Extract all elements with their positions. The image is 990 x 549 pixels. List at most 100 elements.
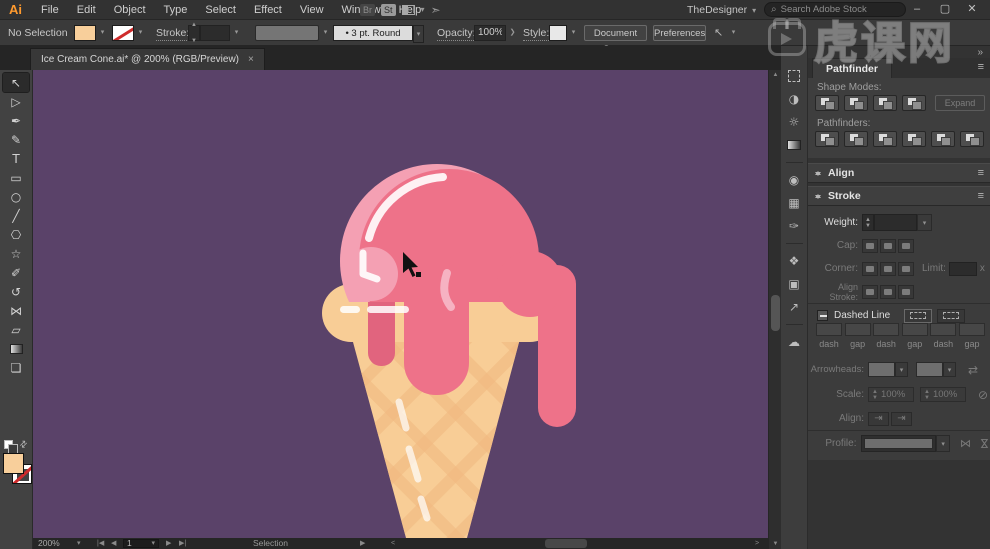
gpu-performance-icon[interactable]: ➣: [431, 3, 441, 17]
fill-chevron-icon[interactable]: ▾: [97, 25, 108, 41]
expand-button[interactable]: Expand: [935, 95, 985, 111]
menu-view[interactable]: View: [291, 4, 333, 16]
minus-front-button[interactable]: [844, 95, 868, 111]
curvature-tool[interactable]: ✎: [3, 130, 29, 149]
align-stroke-outside-button[interactable]: [898, 285, 914, 299]
divide-button[interactable]: [815, 131, 839, 147]
status-indicator[interactable]: Selection: [253, 539, 288, 548]
first-artboard-icon[interactable]: |◀: [97, 539, 104, 548]
document-tab[interactable]: Ice Cream Cone.ai* @ 200% (RGB/Preview) …: [30, 48, 265, 70]
arrowhead-end-dropdown[interactable]: [916, 362, 943, 377]
dash-preset-2-button[interactable]: [937, 309, 965, 323]
profile-chevron-icon[interactable]: ▾: [320, 25, 331, 41]
artboard-navigation-field[interactable]: 1 ▾: [123, 539, 159, 548]
close-button[interactable]: ✕: [960, 0, 984, 18]
stroke-panel-header[interactable]: Stroke ≡: [808, 186, 990, 206]
maximize-button[interactable]: ▢: [933, 0, 957, 18]
flip-across-icon[interactable]: ⋈: [978, 438, 990, 449]
document-setup-button[interactable]: Document Setup: [584, 25, 647, 41]
arrowhead-scale-end-field[interactable]: ▲▼100%: [920, 387, 966, 402]
pen-tool[interactable]: ✒: [3, 111, 29, 130]
default-fill-stroke-icon[interactable]: [4, 440, 13, 449]
style-chevron-icon[interactable]: ▾: [568, 25, 579, 41]
polygon-tool[interactable]: ⎔: [3, 225, 29, 244]
options-chevron-icon[interactable]: ▾: [728, 25, 739, 41]
layout-icon[interactable]: [402, 5, 415, 15]
unlink-scale-icon[interactable]: ⊘: [978, 388, 988, 402]
reflect-tool[interactable]: ⋈: [3, 301, 29, 320]
arrowhead-start-chevron-icon[interactable]: ▾: [895, 362, 908, 377]
collapse-toggle-icon[interactable]: [815, 168, 822, 179]
next-artboard-icon[interactable]: ▶: [166, 539, 171, 548]
intersect-button[interactable]: [873, 95, 897, 111]
chevron-down-icon[interactable]: ▾: [421, 5, 425, 14]
pathfinder-menu-icon[interactable]: ≡: [978, 62, 984, 73]
star-tool[interactable]: ☆: [3, 244, 29, 263]
butt-cap-button[interactable]: [862, 239, 878, 253]
weight-stepper[interactable]: ▲▼: [862, 214, 874, 231]
zoom-level[interactable]: 200%: [38, 539, 60, 548]
vertical-scrollbar[interactable]: ▲ ▼: [768, 70, 781, 549]
minus-back-button[interactable]: [960, 131, 984, 147]
creative-cloud-icon[interactable]: ☁: [785, 334, 803, 350]
stock-search[interactable]: ⌕: [764, 2, 906, 17]
ellipse-tool[interactable]: ○: [3, 187, 29, 206]
align-menu-icon[interactable]: ≡: [978, 168, 984, 179]
collapse-dock-icon[interactable]: »: [977, 47, 983, 58]
tab-close-icon[interactable]: ×: [248, 54, 254, 65]
bridge-icon[interactable]: Br: [360, 4, 375, 16]
opacity-label[interactable]: Opacity:: [437, 25, 476, 41]
arrowhead-start-dropdown[interactable]: [868, 362, 895, 377]
round-join-button[interactable]: [880, 262, 896, 276]
export-panel-icon[interactable]: ↗: [785, 299, 803, 315]
layers-panel-icon[interactable]: ❖: [785, 253, 803, 269]
stroke-weight-stepper[interactable]: ▲▼: [188, 25, 200, 41]
preferences-button[interactable]: Preferences: [653, 25, 706, 41]
free-transform-tool[interactable]: ▱: [3, 320, 29, 339]
stock-icon[interactable]: St: [381, 4, 396, 16]
align-arrow-tip-button[interactable]: ⇥: [868, 412, 889, 426]
status-flyout-icon[interactable]: ▶: [360, 539, 365, 548]
transparency-panel-icon[interactable]: ◑: [785, 91, 803, 107]
limit-field[interactable]: [949, 262, 977, 276]
align-stroke-inside-button[interactable]: [880, 285, 896, 299]
shaper-tool[interactable]: ✐: [3, 263, 29, 282]
exclude-button[interactable]: [902, 95, 926, 111]
menu-file[interactable]: File: [32, 4, 68, 16]
outline-button[interactable]: [931, 131, 955, 147]
dash-preset-1-button[interactable]: [904, 309, 932, 323]
crop-button[interactable]: [902, 131, 926, 147]
gap-5-input[interactable]: [959, 323, 985, 336]
selection-tool[interactable]: ↖: [3, 73, 29, 92]
swatches-panel-icon[interactable]: ▦: [785, 195, 803, 211]
gap-1-input[interactable]: [845, 323, 871, 336]
artboard-canvas[interactable]: [33, 70, 768, 538]
direct-selection-tool[interactable]: ▷: [3, 92, 29, 111]
color-panel-icon[interactable]: ◉: [785, 172, 803, 188]
bevel-join-button[interactable]: [898, 262, 914, 276]
collapse-toggle-icon[interactable]: [815, 191, 822, 202]
fill-color-swatch[interactable]: [74, 25, 96, 41]
menu-select[interactable]: Select: [196, 4, 245, 16]
selection-options-icon[interactable]: ↖: [714, 25, 723, 41]
stroke-color-swatch[interactable]: [112, 25, 134, 41]
stroke-menu-icon[interactable]: ≡: [978, 191, 984, 202]
align-stroke-center-button[interactable]: [862, 285, 878, 299]
menu-type[interactable]: Type: [155, 4, 197, 16]
hscroll-left-icon[interactable]: <: [391, 539, 395, 548]
dash-2-input[interactable]: [873, 323, 899, 336]
gap-3-input[interactable]: [902, 323, 928, 336]
opacity-field[interactable]: [474, 25, 506, 41]
dash-0-input[interactable]: [816, 323, 842, 336]
swap-arrowheads-icon[interactable]: ⇄: [968, 363, 978, 377]
miter-join-button[interactable]: [862, 262, 878, 276]
weight-chevron-icon[interactable]: ▾: [917, 214, 932, 231]
style-label[interactable]: Style:: [523, 25, 549, 41]
projecting-cap-button[interactable]: [898, 239, 914, 253]
rotate-tool[interactable]: ↺: [3, 282, 29, 301]
align-arrow-end-button[interactable]: ⇥: [891, 412, 912, 426]
style-swatch[interactable]: [549, 25, 567, 41]
width-profile-dropdown[interactable]: [861, 435, 937, 452]
horizontal-scroll-thumb[interactable]: [545, 539, 587, 548]
variable-width-profile-dropdown[interactable]: [255, 25, 319, 41]
